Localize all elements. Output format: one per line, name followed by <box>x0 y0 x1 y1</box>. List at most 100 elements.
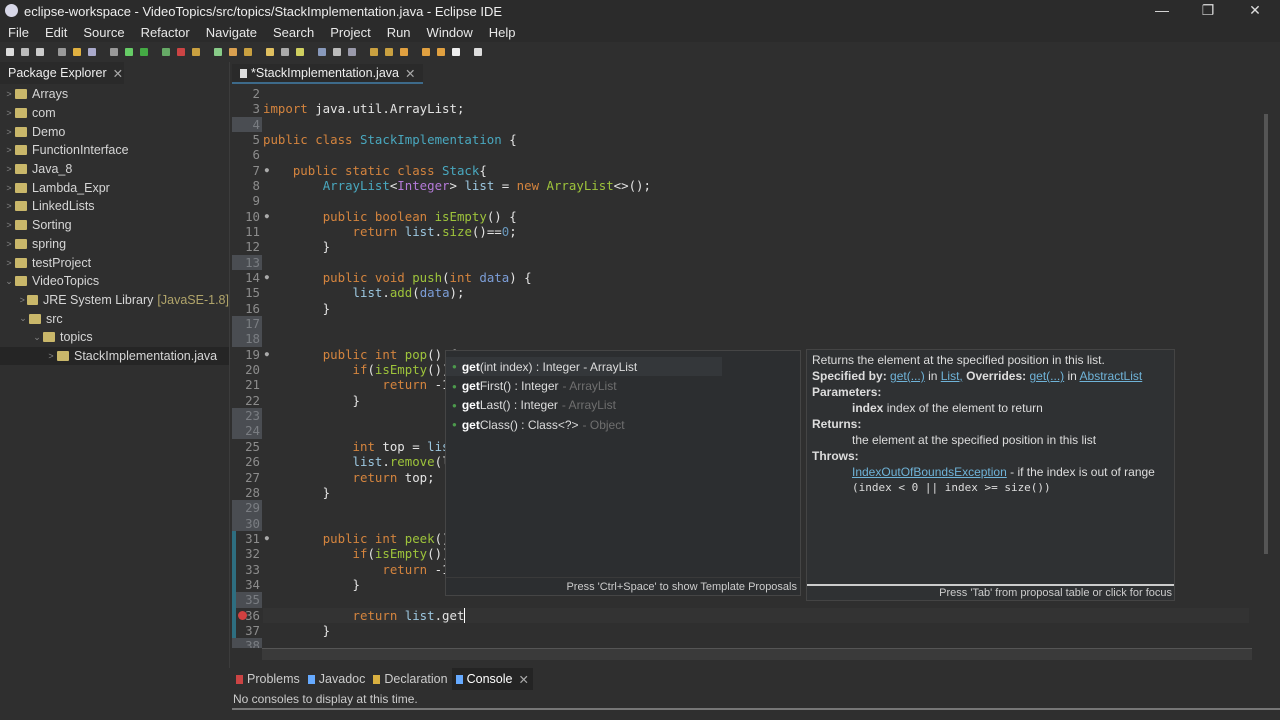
horizontal-scrollbar[interactable] <box>262 648 1252 660</box>
menu-edit[interactable]: Edit <box>37 25 75 40</box>
code-line[interactable]: list.add(data); <box>263 285 1249 300</box>
toolbar-button-icon[interactable] <box>452 48 460 56</box>
toolbar-button-icon[interactable] <box>318 48 326 56</box>
code-line[interactable] <box>263 147 1249 162</box>
completion-proposal[interactable]: ● get (int index) : Integer - ArrayList <box>446 357 722 377</box>
code-line[interactable] <box>263 638 1249 648</box>
close-icon[interactable]: ✕ <box>405 66 415 81</box>
code-line[interactable]: public void push(int data) { <box>263 270 1249 285</box>
close-icon[interactable]: ✕ <box>113 66 123 81</box>
toolbar-button-icon[interactable] <box>140 48 148 56</box>
expand-chevron-icon[interactable]: > <box>3 258 15 268</box>
restore-button[interactable]: ❐ <box>1188 2 1228 19</box>
toolbar-button-icon[interactable] <box>229 48 237 56</box>
tree-item[interactable]: > testProject <box>0 253 229 272</box>
menu-window[interactable]: Window <box>419 25 481 40</box>
expand-chevron-icon[interactable]: > <box>45 351 57 361</box>
tree-item[interactable]: > Arrays <box>0 85 229 104</box>
tree-item[interactable]: > StackImplementation.java <box>0 346 229 366</box>
expand-chevron-icon[interactable]: > <box>3 164 15 174</box>
code-line[interactable]: return list.get <box>263 607 1249 623</box>
toolbar-button-icon[interactable] <box>88 48 96 56</box>
expand-chevron-icon[interactable]: > <box>3 127 15 137</box>
code-line[interactable]: } <box>263 301 1249 316</box>
tab-package-explorer[interactable]: Package Explorer ✕ <box>0 62 124 84</box>
tree-item[interactable]: ⌄ src <box>0 309 229 328</box>
link-get[interactable]: get(...) <box>1029 369 1064 383</box>
toolbar-button-icon[interactable] <box>474 48 482 56</box>
tree-item[interactable]: > Lambda_Expr <box>0 178 229 197</box>
scrollbar-thumb[interactable] <box>1264 114 1268 554</box>
minimize-button[interactable]: — <box>1142 2 1182 18</box>
completion-proposal[interactable]: ● get Last() : Integer - ArrayList <box>446 396 800 415</box>
toolbar-button-icon[interactable] <box>385 48 393 56</box>
toolbar-button-icon[interactable] <box>333 48 341 56</box>
expand-chevron-icon[interactable]: > <box>3 89 15 99</box>
toolbar-button-icon[interactable] <box>422 48 430 56</box>
menu-file[interactable]: File <box>0 25 37 40</box>
toolbar-button-icon[interactable] <box>400 48 408 56</box>
expand-chevron-icon[interactable]: > <box>3 108 15 118</box>
menu-refactor[interactable]: Refactor <box>133 25 198 40</box>
toolbar-button-icon[interactable] <box>73 48 81 56</box>
tree-item[interactable]: > spring <box>0 235 229 254</box>
toolbar-button-icon[interactable] <box>6 48 14 56</box>
toolbar-button-icon[interactable] <box>36 48 44 56</box>
expand-chevron-icon[interactable]: > <box>3 201 15 211</box>
link-exception[interactable]: IndexOutOfBoundsException <box>852 465 1007 479</box>
toolbar-button-icon[interactable] <box>192 48 200 56</box>
code-line[interactable]: } <box>263 623 1249 638</box>
link-abstract-list[interactable]: AbstractList <box>1080 369 1143 383</box>
code-line[interactable] <box>263 331 1249 346</box>
toolbar-button-icon[interactable] <box>110 48 118 56</box>
tab-console[interactable]: Console ✕ <box>451 668 533 690</box>
expand-chevron-icon[interactable]: > <box>3 220 15 230</box>
link-get[interactable]: get(...) <box>890 369 925 383</box>
tree-item[interactable]: > Demo <box>0 122 229 141</box>
menu-project[interactable]: Project <box>322 25 378 40</box>
completion-proposal[interactable]: ● get Class() : Class<?> - Object <box>446 415 800 434</box>
tree-item[interactable]: ⌄ topics <box>0 328 229 347</box>
menu-source[interactable]: Source <box>75 25 132 40</box>
close-button[interactable]: ✕ <box>1235 2 1275 19</box>
tree-item[interactable]: > Sorting <box>0 216 229 235</box>
code-line[interactable]: } <box>263 239 1249 254</box>
tree-item[interactable]: > Java_8 <box>0 160 229 179</box>
code-line[interactable] <box>263 193 1249 208</box>
code-line[interactable] <box>263 255 1249 270</box>
code-line[interactable]: public static class Stack{ <box>263 163 1249 178</box>
toolbar-button-icon[interactable] <box>177 48 185 56</box>
toolbar-button-icon[interactable] <box>244 48 252 56</box>
code-line[interactable]: import java.util.ArrayList; <box>263 101 1249 116</box>
code-line[interactable]: return list.size()==0; <box>263 224 1249 239</box>
code-line[interactable] <box>263 86 1249 101</box>
link-list[interactable]: List, <box>941 369 963 383</box>
code-line[interactable] <box>263 117 1249 132</box>
code-line[interactable]: ArrayList<Integer> list = new ArrayList<… <box>263 178 1249 193</box>
toolbar-button-icon[interactable] <box>162 48 170 56</box>
expand-chevron-icon[interactable]: ⌄ <box>31 332 43 343</box>
toolbar-button-icon[interactable] <box>370 48 378 56</box>
toolbar-button-icon[interactable] <box>21 48 29 56</box>
toolbar-button-icon[interactable] <box>58 48 66 56</box>
toolbar-button-icon[interactable] <box>296 48 304 56</box>
tab-problems[interactable]: Problems <box>232 668 304 690</box>
toolbar-button-icon[interactable] <box>214 48 222 56</box>
tab-declaration[interactable]: Declaration <box>369 668 451 690</box>
tab-stack-implementation[interactable]: *StackImplementation.java ✕ <box>232 64 424 84</box>
toolbar-button-icon[interactable] <box>125 48 133 56</box>
completion-proposal[interactable]: ● get First() : Integer - ArrayList <box>446 376 800 395</box>
close-icon[interactable]: ✕ <box>518 672 528 687</box>
error-icon[interactable] <box>238 610 247 620</box>
toolbar-button-icon[interactable] <box>437 48 445 56</box>
tree-item[interactable]: > com <box>0 104 229 123</box>
menu-navigate[interactable]: Navigate <box>198 25 265 40</box>
expand-chevron-icon[interactable]: ⌄ <box>3 276 15 287</box>
code-line[interactable]: public boolean isEmpty() { <box>263 209 1249 224</box>
toolbar-button-icon[interactable] <box>348 48 356 56</box>
expand-chevron-icon[interactable]: > <box>17 295 27 305</box>
toolbar-button-icon[interactable] <box>281 48 289 56</box>
code-line[interactable] <box>263 316 1249 331</box>
expand-chevron-icon[interactable]: > <box>3 183 15 193</box>
toolbar-button-icon[interactable] <box>266 48 274 56</box>
